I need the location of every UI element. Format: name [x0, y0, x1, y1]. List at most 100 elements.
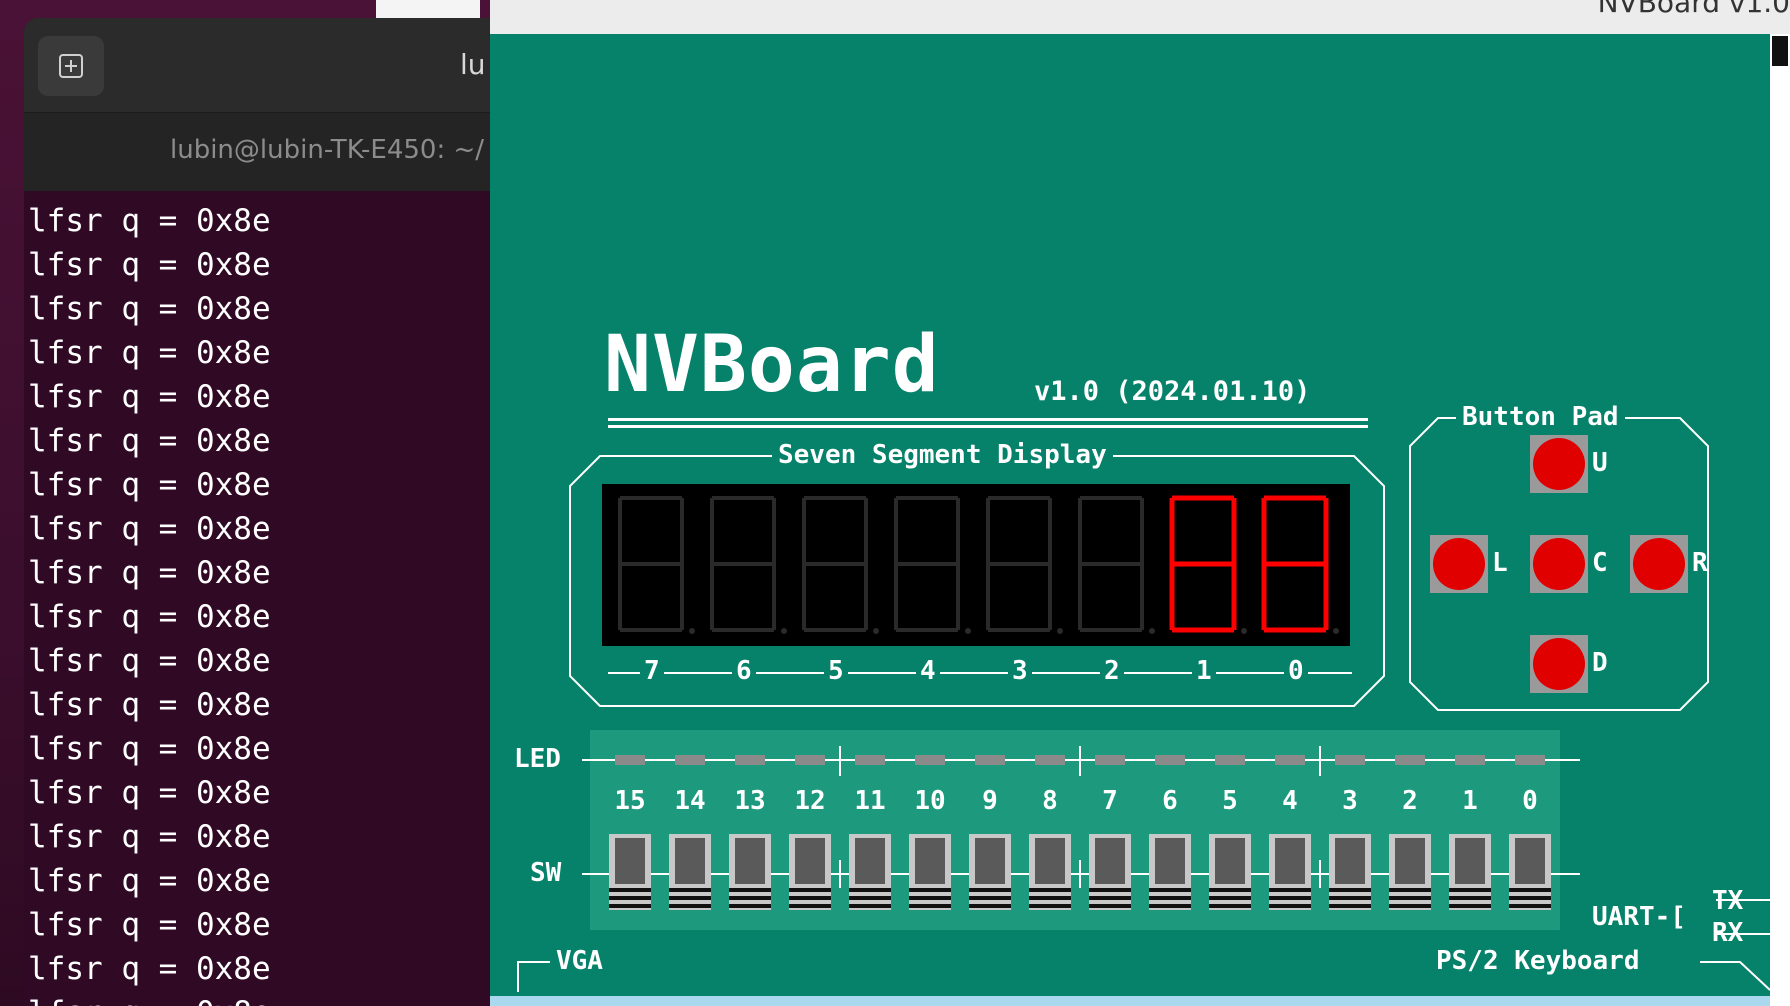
- switch-stripe: [909, 888, 951, 892]
- switch-8[interactable]: [1029, 834, 1071, 910]
- pad-button-cap: [1633, 538, 1685, 590]
- switch-stripe: [1329, 904, 1371, 908]
- switch-stripe: [1449, 896, 1491, 900]
- terminal-line: lfsr q = 0x8e: [28, 643, 271, 679]
- seven-seg-dot: [1333, 628, 1339, 634]
- switch-stripe: [1509, 904, 1551, 908]
- switch-stripe: [1209, 896, 1251, 900]
- button-pad-title: Button Pad: [1456, 402, 1625, 432]
- switch-stripe: [669, 904, 711, 908]
- led-label: LED: [514, 744, 561, 774]
- board-graphics: [517, 417, 1780, 992]
- terminal-output[interactable]: lfsr q = 0x8e lfsr q = 0x8e lfsr q = 0x8e l…: [24, 191, 544, 1006]
- io-index-10: 10: [914, 786, 946, 816]
- switch-stripe: [909, 904, 951, 908]
- switch-13[interactable]: [729, 834, 771, 910]
- seven-seg-index-7: 7: [640, 656, 664, 686]
- led-12: [795, 755, 825, 765]
- switch-12[interactable]: [789, 834, 831, 910]
- switch-stripe: [1509, 888, 1551, 892]
- switch-stripe: [1149, 896, 1191, 900]
- switch-stripe: [1389, 904, 1431, 908]
- terminal-line: lfsr q = 0x8e: [28, 731, 271, 767]
- switch-7[interactable]: [1089, 834, 1131, 910]
- seven-seg-dot: [965, 628, 971, 634]
- switch-knob: [1515, 838, 1545, 884]
- pad-button-cap: [1533, 638, 1585, 690]
- switch-9[interactable]: [969, 834, 1011, 910]
- switch-14[interactable]: [669, 834, 711, 910]
- pad-button-label-u: U: [1592, 448, 1608, 478]
- led-0: [1515, 755, 1545, 765]
- switch-stripe: [609, 888, 651, 892]
- pad-button-d[interactable]: [1530, 635, 1588, 693]
- terminal-line: lfsr q = 0x8e: [28, 863, 271, 899]
- io-index-14: 14: [674, 786, 706, 816]
- terminal-line: lfsr q = 0x8e: [28, 291, 271, 327]
- io-index-5: 5: [1222, 786, 1238, 816]
- terminal-line: lfsr q = 0x8e: [28, 379, 271, 415]
- terminal-line: lfsr q = 0x8e: [28, 247, 271, 283]
- brand-underline-top: [608, 418, 1368, 421]
- switch-2[interactable]: [1389, 834, 1431, 910]
- bottom-scroll-strip: [490, 996, 1770, 1006]
- switch-stripe: [609, 896, 651, 900]
- seven-seg-index-3: 3: [1008, 656, 1032, 686]
- terminal-line: lfsr q = 0x8e: [28, 991, 544, 1006]
- io-index-13: 13: [734, 786, 766, 816]
- switch-0[interactable]: [1509, 834, 1551, 910]
- terminal-line: lfsr q = 0x8e: [28, 203, 271, 239]
- terminal-line: lfsr q = 0x8e: [28, 423, 271, 459]
- vga-bracket: [517, 961, 550, 992]
- switch-10[interactable]: [909, 834, 951, 910]
- switch-knob: [675, 838, 705, 884]
- switch-5[interactable]: [1209, 834, 1251, 910]
- led-9: [975, 755, 1005, 765]
- switch-knob: [795, 838, 825, 884]
- switch-stripe: [1089, 896, 1131, 900]
- switch-stripe: [669, 888, 711, 892]
- switch-15[interactable]: [609, 834, 651, 910]
- terminal-title: lu: [460, 48, 486, 81]
- led-5: [1215, 755, 1245, 765]
- led-7: [1095, 755, 1125, 765]
- switch-stripe: [1149, 904, 1191, 908]
- pad-button-u[interactable]: [1530, 435, 1588, 493]
- uart-label: UART-[: [1592, 902, 1686, 932]
- switch-stripe: [1389, 888, 1431, 892]
- seven-seg-index-0: 0: [1284, 656, 1308, 686]
- switch-stripe: [1329, 888, 1371, 892]
- switch-knob: [855, 838, 885, 884]
- switch-stripe: [669, 896, 711, 900]
- switch-11[interactable]: [849, 834, 891, 910]
- switch-knob: [1335, 838, 1365, 884]
- seven-seg-dot: [873, 628, 879, 634]
- pad-button-r[interactable]: [1630, 535, 1688, 593]
- terminal-tab[interactable]: lubin@lubin-TK-E450: ~/: [24, 113, 544, 191]
- switch-stripe: [789, 896, 831, 900]
- ps2-line: [1700, 961, 1771, 991]
- seven-seg-dot: [1057, 628, 1063, 634]
- terminal-line: lfsr q = 0x8e: [28, 511, 271, 547]
- terminal-line: lfsr q = 0x8e: [28, 907, 271, 943]
- pad-button-l[interactable]: [1430, 535, 1488, 593]
- switch-3[interactable]: [1329, 834, 1371, 910]
- led-14: [675, 755, 705, 765]
- io-index-8: 8: [1042, 786, 1058, 816]
- io-index-11: 11: [854, 786, 886, 816]
- scrollbar-thumb[interactable]: [1772, 36, 1788, 66]
- board-brand: NVBoard: [604, 320, 940, 410]
- led-4: [1275, 755, 1305, 765]
- switch-knob: [975, 838, 1005, 884]
- pad-button-c[interactable]: [1530, 535, 1588, 593]
- switch-1[interactable]: [1449, 834, 1491, 910]
- switch-6[interactable]: [1149, 834, 1191, 910]
- new-tab-button[interactable]: [38, 36, 104, 96]
- switch-knob: [735, 838, 765, 884]
- seven-seg-index-6: 6: [732, 656, 756, 686]
- vertical-scrollbar[interactable]: [1770, 34, 1790, 1006]
- nvboard-window: NVBoard v1.0 NVBoard v1.0 (2024.01.10) S…: [490, 0, 1790, 1006]
- seven-seg-dot: [1241, 628, 1247, 634]
- seven-seg-title: Seven Segment Display: [772, 440, 1113, 470]
- switch-4[interactable]: [1269, 834, 1311, 910]
